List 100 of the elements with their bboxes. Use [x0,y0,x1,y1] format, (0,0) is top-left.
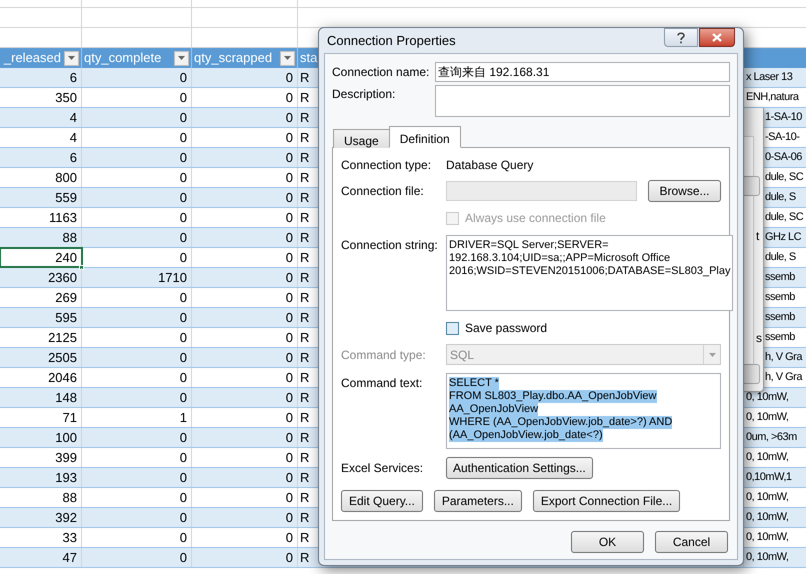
table-cell-text: 0 [286,88,293,107]
table-cell-text: 0 [180,448,187,467]
table-cell-text: 47 [62,548,77,567]
table-cell-text: R [300,148,310,167]
table-cell-text: 392 [55,508,77,527]
filter-dropdown-icon[interactable] [280,50,295,66]
table-cell-text: ENH,natura [746,90,798,106]
browse-button[interactable]: Browse... [648,180,721,202]
close-button[interactable] [699,28,735,47]
table-cell-text: 1163 [49,208,77,227]
tab[interactable]: Definition [388,126,461,148]
description-field[interactable] [435,85,730,117]
table-cell-text: R [300,468,310,487]
button-edge[interactable] [744,364,760,384]
table-cell-text: 0 [286,108,293,127]
table-cell-text: 0 [286,408,293,427]
field-label: Connection file: [341,183,425,200]
connection-string-field[interactable]: DRIVER=SQL Server;SERVER= 192.168.3.104;UID=sa;;APP=Microsoft Office 2016;WSID=STEVEN20151006;DATABASE=SL803_Play [446,235,734,311]
table-cell-text: dule, SC [765,170,804,186]
table-cell-text: 0 [180,308,187,327]
table-cell-text: 0 [286,308,293,327]
table-cell-text: R [300,268,310,287]
table-cell-text: R [300,208,310,227]
table-cell-text: R [300,188,310,207]
table-cell-text: 0, 10mW, [746,530,788,546]
table-cell-text: R [300,248,310,267]
field-label: Description: [332,86,396,103]
table-cell-text: 0 [180,368,187,387]
authentication-settings-button[interactable]: Authentication Settings... [446,457,593,479]
table-cell-text: 0 [180,148,187,167]
table-cell-text: -SA-10- [765,130,800,146]
table-cell-text: R [300,348,310,367]
table-cell-text: R [300,288,310,307]
table-cell-text: dule, SC [765,210,804,226]
name-field[interactable]: 查询来自 192.168.31 [435,62,730,82]
table-cell-text: ssemb [765,310,795,326]
table-cell-text: R [300,448,310,467]
checkbox[interactable] [446,322,459,334]
dialog-button[interactable]: OK [571,531,644,553]
table-cell-text: 0 [286,328,293,347]
help-button[interactable] [664,28,698,47]
table-cell-text: x Laser 13 [746,70,792,86]
table-cell-text: ssemb [765,330,795,346]
table-cell-text: R [300,228,310,247]
table-cell-text: 0 [286,508,293,527]
fill-handle[interactable] [79,265,84,270]
table-cell-text: R [300,108,310,127]
table-cell-text: 0 [286,548,293,567]
table-cell-text: 6 [70,148,77,167]
table-cell-text: 2046 [48,368,77,387]
close-icon [712,33,722,42]
table-cell-text: 0 [286,128,293,147]
table-cell-text: 88 [62,228,77,247]
table-cell-text: 4 [70,108,77,127]
table-cell-text: 0 [180,188,187,207]
table-cell-text: 0 [180,248,187,267]
table-cell-text: 6 [70,68,77,87]
table-cell-text: 0 [286,168,293,187]
filter-dropdown-icon[interactable] [174,50,189,66]
table-cell-text: R [300,368,310,387]
table-cell-text: R [300,508,310,527]
table-cell-text: 0, 10mW, [746,550,788,566]
table-cell-text: 0 [286,188,293,207]
table-cell-text: 0 [286,388,293,407]
dialog-button[interactable]: Cancel [655,531,728,553]
table-cell-text: ssemb [765,270,795,286]
table-cell-text: 0 [180,128,187,147]
table-cell-text: 0 [180,388,187,407]
action-button[interactable]: Edit Query... [341,490,423,512]
table-cell-text: 800 [55,168,77,187]
table-cell-text: 350 [55,88,77,107]
table-cell-text: 0 [180,88,187,107]
column-header: sta [300,49,318,68]
field-label: Command type: [341,346,427,364]
label-fragment: s [756,332,762,344]
field-label: Connection type: [341,157,432,174]
table-cell-text: 1 [180,408,187,427]
table-cell-text: dule, S [765,190,796,206]
table-cell-text: h, V Gra [765,350,802,366]
table-cell-text: 33 [62,528,77,547]
table-cell-text: 0 [286,468,293,487]
table-cell-text: 0,10mW,1 [746,470,792,486]
table-cell-text: 0 [286,488,293,507]
tab[interactable]: Usage [333,129,390,148]
table-cell-text: 0 [180,508,187,527]
checkbox-label: Save password [465,320,548,337]
table-cell-text: 100 [55,428,77,447]
command-text-field[interactable]: SELECT * FROM SL803_Play.dbo.AA_OpenJobView AA_OpenJobView WHERE (AA_OpenJobView.job_date>?) AND (AA_OpenJobView.job_date<?) [446,373,721,449]
table-cell-text: 0 [180,348,187,367]
table-cell-text: 193 [55,468,77,487]
button-edge[interactable] [744,176,760,196]
field-label: Excel Services: [341,460,424,477]
table-cell-text: R [300,548,310,567]
table-cell-text: 0 [180,108,187,127]
table-cell-text: 148 [55,388,77,407]
table-cell-text: 0, 10mW, [746,510,788,526]
table-cell-text: 595 [55,308,77,327]
action-button[interactable]: Parameters... [434,490,522,512]
action-button[interactable]: Export Connection File... [532,490,680,512]
filter-dropdown-icon[interactable] [64,50,79,66]
